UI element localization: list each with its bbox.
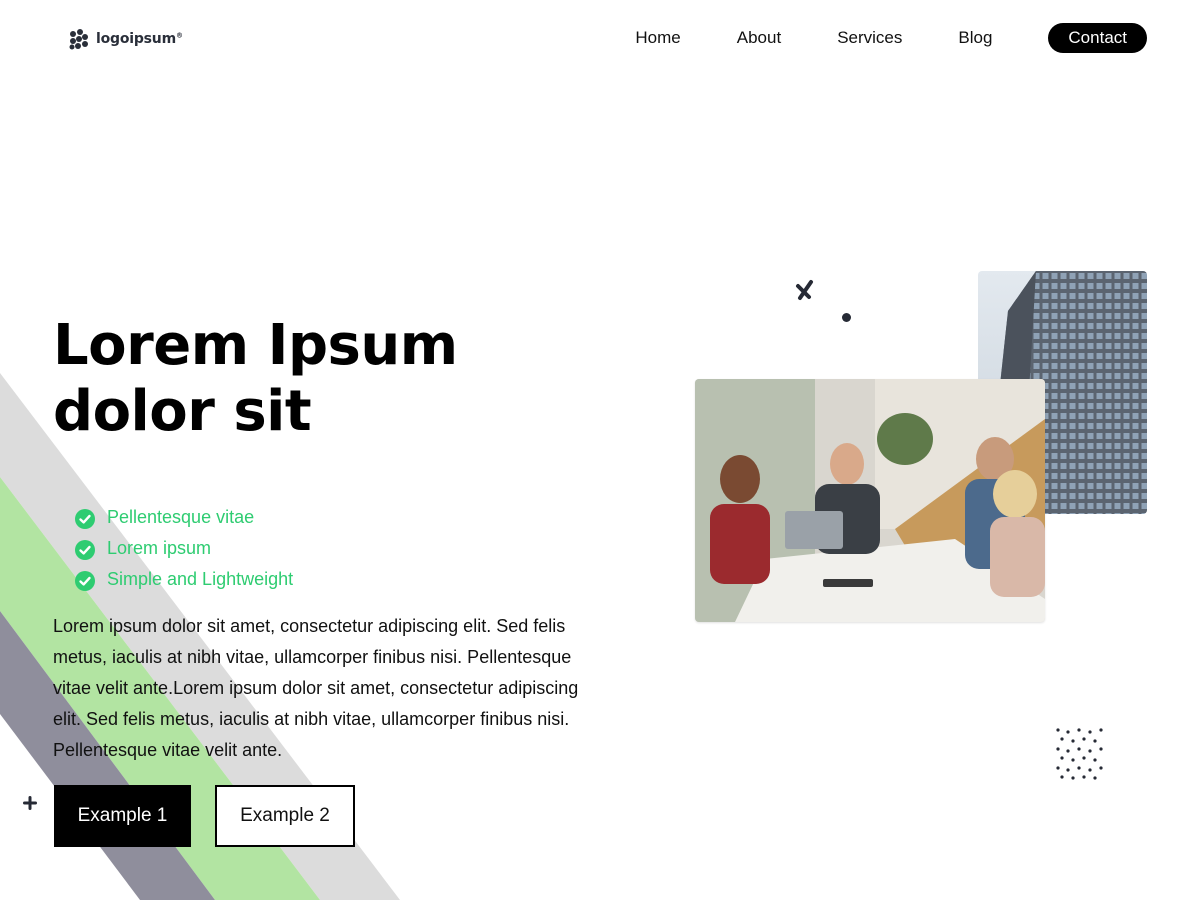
- main-nav: Home About Services Blog Contact: [635, 23, 1147, 53]
- hero-title-line-2: dolor sit: [53, 379, 312, 444]
- hero-title-line-1: Lorem Ipsum: [53, 313, 458, 378]
- contact-button[interactable]: Contact: [1048, 23, 1147, 53]
- meeting-photo: [695, 379, 1045, 622]
- check-circle-icon: [75, 571, 95, 591]
- plus-decoration-icon: [23, 796, 37, 810]
- example-1-button[interactable]: Example 1: [54, 785, 191, 847]
- dot-grid-decoration: [1056, 728, 1103, 780]
- nav-item-blog[interactable]: Blog: [958, 28, 992, 48]
- x-decoration-icon: [796, 280, 813, 300]
- feature-label: Pellentesque vitae: [107, 507, 255, 527]
- nav-item-services[interactable]: Services: [837, 28, 902, 48]
- nav-item-home[interactable]: Home: [635, 28, 680, 48]
- feature-item: Lorem ipsum: [75, 533, 293, 564]
- example-2-button[interactable]: Example 2: [215, 785, 355, 847]
- feature-item: Simple and Lightweight: [75, 564, 293, 595]
- dot-decoration: [842, 313, 851, 322]
- check-circle-icon: [75, 509, 95, 529]
- logo-mark-icon: [69, 29, 88, 50]
- feature-list: Pellentesque vitae Lorem ipsum Simple an…: [75, 502, 293, 595]
- feature-label: Lorem ipsum: [107, 538, 212, 558]
- nav-item-about[interactable]: About: [737, 28, 781, 48]
- logo-text: logoipsum®: [96, 31, 183, 47]
- hero-description: Lorem ipsum dolor sit amet, consectetur …: [53, 616, 579, 760]
- hero-title: Lorem Ipsum dolor sit: [53, 313, 613, 445]
- check-circle-icon: [75, 540, 95, 560]
- feature-item: Pellentesque vitae: [75, 502, 293, 533]
- brand-logo[interactable]: logoipsum®: [68, 28, 183, 50]
- feature-label: Simple and Lightweight: [107, 569, 294, 589]
